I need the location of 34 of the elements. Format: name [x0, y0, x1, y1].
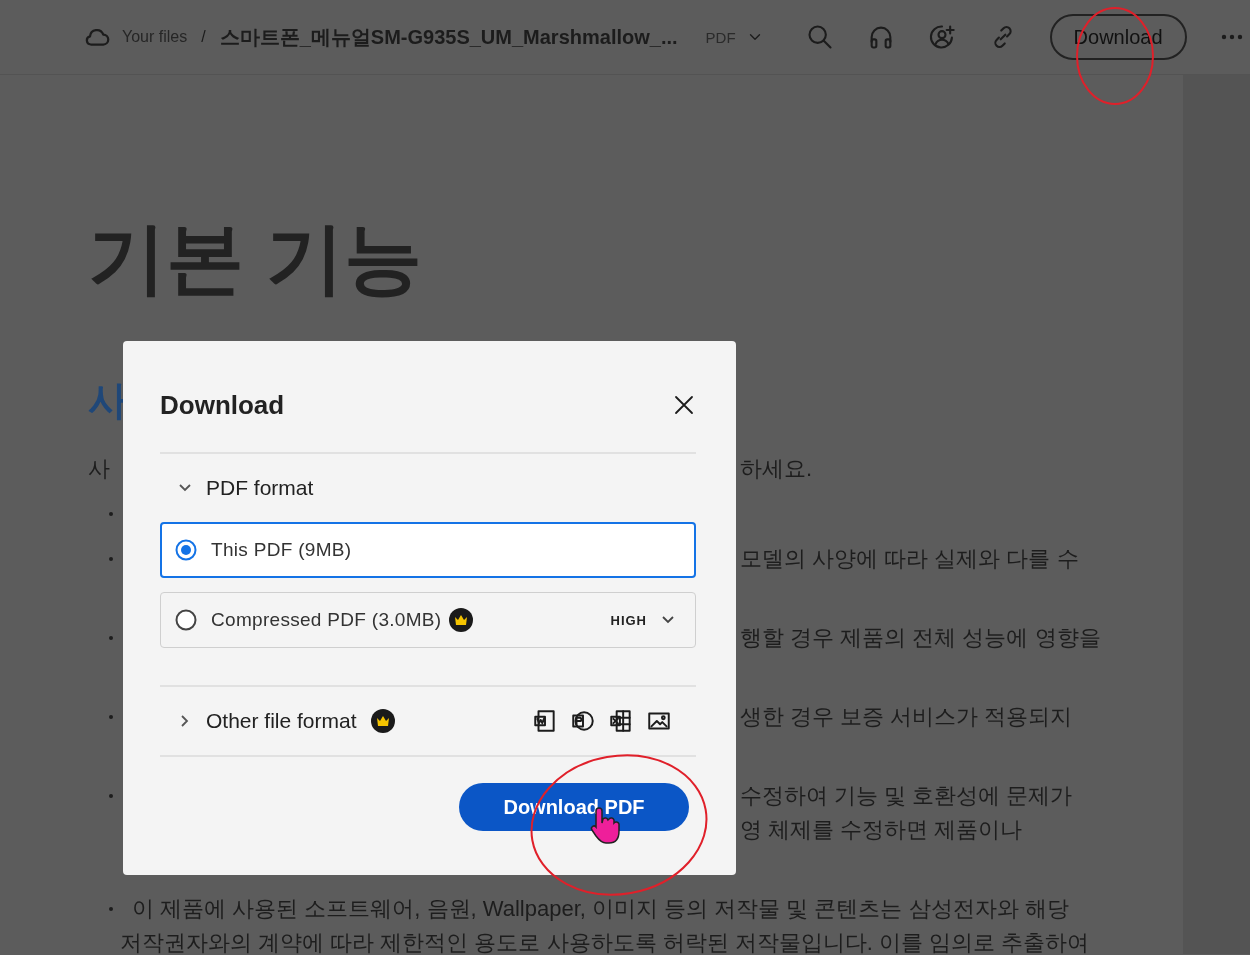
radio-button[interactable] — [175, 539, 197, 561]
bullet-icon — [109, 715, 113, 719]
option-label: This PDF (9MB) — [211, 539, 352, 561]
close-icon[interactable] — [672, 393, 696, 417]
section-title[interactable]: Other file format — [206, 709, 357, 733]
section-title[interactable]: PDF format — [206, 476, 314, 500]
option-label: Compressed PDF (3.0MB) — [211, 609, 442, 631]
bullet-text: 생한 경우 보증 서비스가 적용되지 — [740, 703, 1073, 731]
presentation-icon[interactable] — [570, 708, 596, 734]
format-option[interactable]: Compressed PDF (3.0MB) HIGH — [160, 592, 696, 648]
spreadsheet-icon[interactable] — [608, 708, 634, 734]
document-icon[interactable] — [532, 708, 558, 734]
breadcrumb-separator: / — [201, 28, 206, 46]
bullet-icon — [109, 512, 113, 516]
body-text: 사 — [88, 456, 110, 481]
bullet-text: 행할 경우 제품의 전체 성능에 영향을 — [740, 624, 1101, 652]
bullet-text: 모델의 사양에 따라 실제와 다를 수 — [740, 545, 1079, 573]
bullet-text: 저작권자와의 계약에 따라 제한적인 용도로 사용하도록 허락된 저작물입니다. 이를 임의로 추출하여 — [120, 929, 1090, 955]
search-icon[interactable] — [805, 23, 834, 51]
bullet-text: 영 체제를 수정하면 제품이나 — [740, 816, 1023, 844]
bullet-icon — [109, 907, 113, 911]
quality-dropdown[interactable]: HIGH — [604, 611, 681, 629]
bullet-icon — [109, 794, 113, 798]
page-heading: 기본 기능 — [88, 213, 423, 303]
dialog-title: Download — [160, 389, 285, 421]
format-option[interactable]: This PDF (9MB) — [160, 522, 696, 578]
body-text: 하세요. — [740, 455, 813, 483]
file-name: 스마트폰_메뉴얼SM-G935S_UM_Marshmallow_... — [219, 24, 678, 50]
bullet-text: 수정하여 기능 및 호환성에 문제가 — [740, 782, 1073, 810]
add-user-icon[interactable] — [927, 23, 956, 51]
radio-button[interactable] — [175, 609, 197, 631]
bullet-icon — [109, 636, 113, 640]
bullet-icon — [109, 557, 113, 561]
bullet-text: 이 제품에 사용된 소프트웨어, 음원, Wallpaper, 이미지 등의 저작물 및 콘텐츠는 삼성전자와 해당 — [132, 895, 1069, 923]
